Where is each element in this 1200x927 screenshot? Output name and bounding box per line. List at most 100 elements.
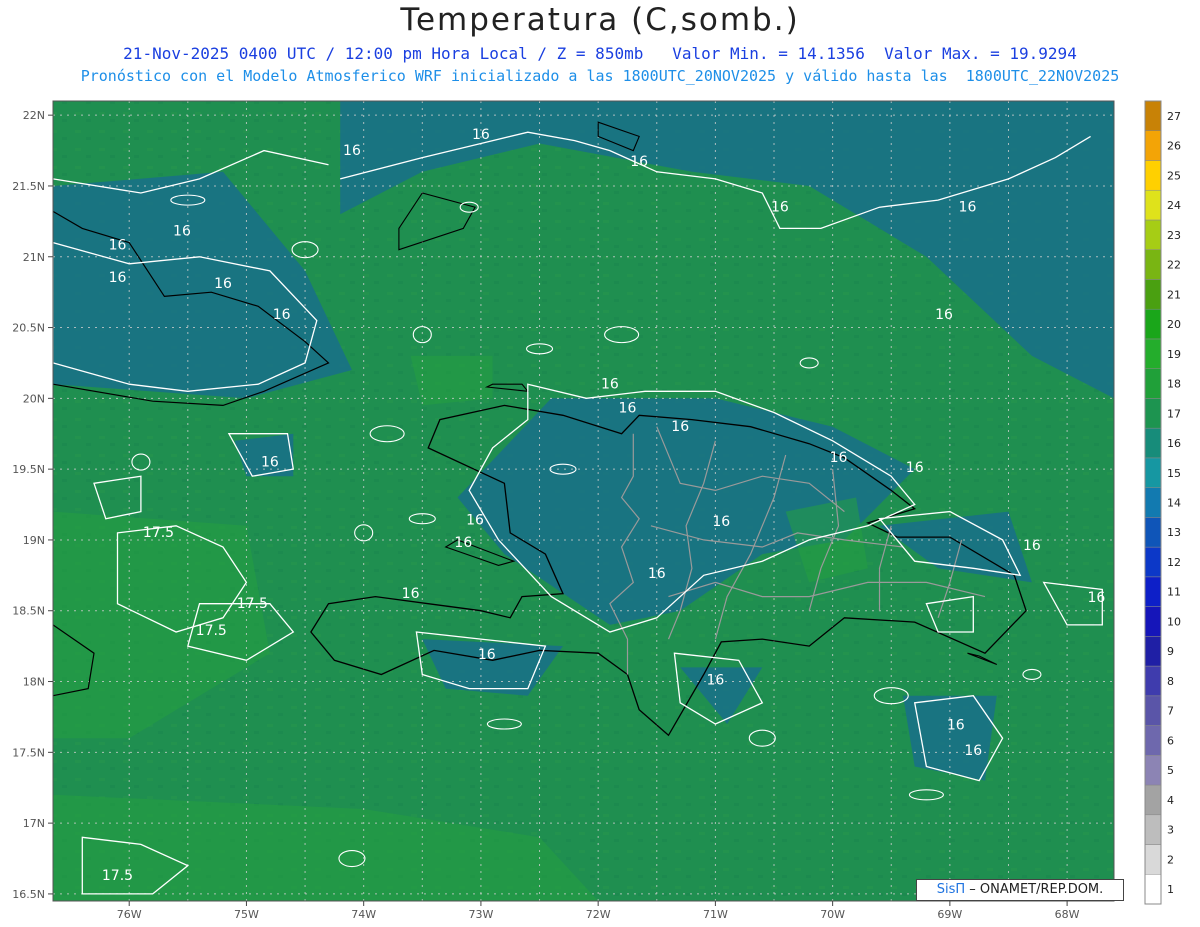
contour-label: 16 bbox=[964, 743, 982, 759]
colorbar-swatch bbox=[1144, 308, 1162, 340]
colorbar-label: 5 bbox=[1167, 764, 1174, 777]
contour-label: 16 bbox=[712, 514, 730, 530]
lon-label: 70W bbox=[820, 908, 845, 921]
colorbar-swatch bbox=[1144, 665, 1162, 697]
lon-label: 74W bbox=[351, 908, 376, 921]
colorbar-swatch bbox=[1144, 725, 1162, 756]
contour-label: 17.5 bbox=[143, 525, 174, 541]
lat-label: 18.5N bbox=[12, 605, 45, 618]
colorbar-swatch bbox=[1144, 368, 1162, 399]
lon-label: 73W bbox=[468, 908, 493, 921]
colorbar-label: 18 bbox=[1167, 378, 1181, 391]
contour-label: 16 bbox=[830, 450, 848, 466]
colorbar-swatch bbox=[1144, 784, 1162, 816]
lat-label: 20N bbox=[23, 392, 45, 405]
contour-label: 16 bbox=[466, 512, 484, 528]
colorbar-swatch bbox=[1144, 338, 1162, 369]
colorbar-swatch bbox=[1144, 427, 1162, 459]
contour-label: 16 bbox=[906, 460, 924, 476]
contour-label: 16 bbox=[671, 419, 689, 435]
contour-label: 16 bbox=[343, 143, 361, 159]
colorbar-swatch bbox=[1144, 546, 1162, 578]
colorbar-label: 21 bbox=[1167, 288, 1181, 301]
colorbar-label: 19 bbox=[1167, 348, 1181, 361]
sispi-logo: SisΠ bbox=[936, 882, 966, 897]
lat-label: 21N bbox=[23, 251, 45, 264]
contour-label: 16 bbox=[173, 224, 191, 240]
lon-label: 71W bbox=[703, 908, 728, 921]
colorbar-swatch bbox=[1144, 279, 1162, 310]
contour-label: 16 bbox=[619, 401, 637, 417]
contour-label: 17.5 bbox=[196, 623, 227, 639]
credit-org: – ONAMET/REP.DOM. bbox=[969, 882, 1104, 897]
colorbar-label: 2 bbox=[1167, 853, 1174, 866]
colorbar-swatch bbox=[1144, 576, 1162, 607]
colorbar-label: 27 bbox=[1167, 110, 1181, 123]
contour-label: 16 bbox=[273, 307, 291, 323]
lat-label: 18N bbox=[23, 676, 45, 689]
colorbar-swatch bbox=[1144, 517, 1162, 548]
contour-label: 16 bbox=[109, 238, 127, 254]
colorbar-swatch bbox=[1144, 814, 1162, 845]
colorbar-label: 8 bbox=[1167, 675, 1174, 688]
colorbar-label: 24 bbox=[1167, 199, 1181, 212]
colorbar-swatch bbox=[1144, 695, 1162, 726]
colorbar-label: 26 bbox=[1167, 140, 1181, 153]
contour-label: 16 bbox=[402, 586, 420, 602]
colorbar-swatch bbox=[1144, 487, 1162, 518]
colorbar-swatch bbox=[1144, 100, 1162, 131]
colorbar-swatch bbox=[1144, 398, 1162, 429]
contour-label: 16 bbox=[454, 535, 472, 551]
contour-label: 16 bbox=[478, 647, 496, 663]
contour-label: 16 bbox=[771, 199, 789, 215]
lat-label: 22N bbox=[23, 109, 45, 122]
colorbar-label: 15 bbox=[1167, 467, 1181, 480]
colorbar-label: 20 bbox=[1167, 318, 1181, 331]
contour-label: 16 bbox=[630, 154, 648, 170]
colorbar: 1234567891011121314151617181920212223242… bbox=[1144, 100, 1181, 905]
lat-label: 17N bbox=[23, 817, 45, 830]
colorbar-label: 1 bbox=[1167, 883, 1174, 896]
lon-label: 72W bbox=[586, 908, 611, 921]
lon-label: 68W bbox=[1055, 908, 1080, 921]
contour-label: 17.5 bbox=[237, 596, 268, 612]
contour-label: 16 bbox=[935, 307, 953, 323]
colorbar-swatch bbox=[1144, 457, 1162, 488]
colorbar-label: 3 bbox=[1167, 824, 1174, 837]
colorbar-label: 4 bbox=[1167, 794, 1174, 807]
lat-label: 17.5N bbox=[12, 746, 45, 759]
contour-label: 16 bbox=[1088, 590, 1106, 606]
credit-box: SisΠ – ONAMET/REP.DOM. bbox=[916, 879, 1124, 901]
contour-label: 16 bbox=[601, 376, 619, 392]
contour-label: 16 bbox=[472, 127, 490, 143]
contour-label: 16 bbox=[959, 199, 977, 215]
lat-label: 16.5N bbox=[12, 888, 45, 901]
colorbar-swatch bbox=[1144, 636, 1162, 667]
lon-label: 75W bbox=[234, 908, 259, 921]
colorbar-label: 22 bbox=[1167, 259, 1181, 272]
colorbar-label: 11 bbox=[1167, 586, 1181, 599]
contour-label: 16 bbox=[706, 672, 724, 688]
colorbar-label: 12 bbox=[1167, 556, 1181, 569]
colorbar-label: 25 bbox=[1167, 169, 1181, 182]
contour-label: 16 bbox=[1023, 538, 1041, 554]
colorbar-swatch bbox=[1144, 189, 1162, 221]
lat-label: 19.5N bbox=[12, 463, 45, 476]
contour-label: 16 bbox=[947, 718, 965, 734]
contour-label: 16 bbox=[109, 270, 127, 286]
lon-label: 76W bbox=[117, 908, 142, 921]
lat-label: 21.5N bbox=[12, 180, 45, 193]
lon-label: 69W bbox=[937, 908, 962, 921]
colorbar-swatch bbox=[1144, 160, 1162, 191]
contour-label: 16 bbox=[261, 454, 279, 470]
latitude-labels: 22N 21.5N 21N 20.5N 20N 19.5N 19N 18.5N 18N 17.5N… bbox=[12, 109, 53, 901]
colorbar-label: 6 bbox=[1167, 734, 1174, 747]
contour-label: 17.5 bbox=[102, 868, 133, 884]
longitude-labels: 76W 75W 74W 73W 72W 71W 70W 69W 68W bbox=[117, 901, 1080, 921]
colorbar-swatch bbox=[1144, 219, 1162, 250]
colorbar-label: 16 bbox=[1167, 437, 1181, 450]
colorbar-label: 17 bbox=[1167, 407, 1181, 420]
colorbar-label: 10 bbox=[1167, 615, 1181, 628]
colorbar-label: 14 bbox=[1167, 497, 1181, 510]
colorbar-swatch bbox=[1144, 874, 1162, 905]
